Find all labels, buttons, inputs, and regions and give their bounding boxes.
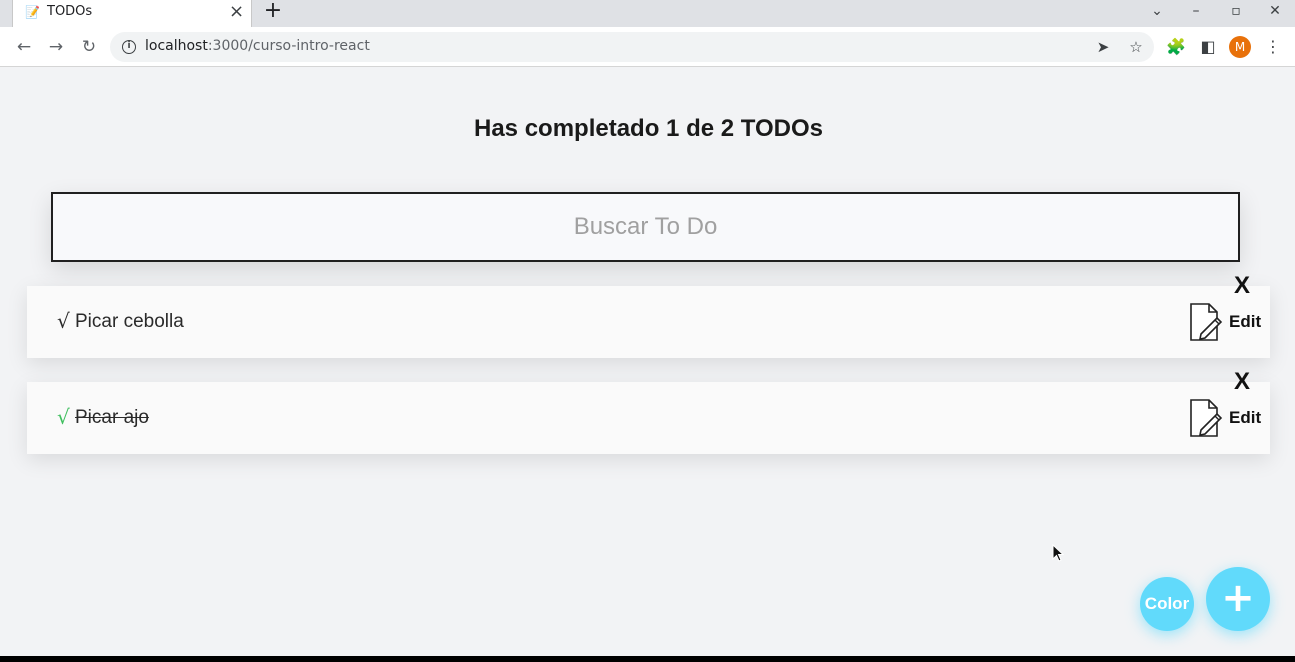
add-todo-button[interactable]: +: [1206, 567, 1270, 631]
delete-button[interactable]: X: [1234, 272, 1250, 300]
edit-button[interactable]: Edit: [1229, 312, 1261, 332]
site-info-icon[interactable]: i: [122, 40, 136, 54]
back-arrow-icon[interactable]: ←: [13, 36, 35, 58]
todo-text: Picar cebolla: [75, 311, 184, 332]
search-input[interactable]: [51, 192, 1240, 262]
memo-icon: 📝: [25, 5, 40, 19]
browser-tab[interactable]: 📝 TODOs ×: [12, 0, 252, 27]
forward-arrow-icon[interactable]: →: [45, 36, 67, 58]
edit-button[interactable]: Edit: [1229, 408, 1261, 428]
new-tab-button[interactable]: +: [263, 0, 283, 22]
tab-strip: 📝 TODOs × + ⌄ – ▫ ✕: [0, 0, 1295, 27]
todo-text: Picar ajo: [75, 407, 149, 428]
bookmark-star-icon[interactable]: ☆: [1126, 37, 1146, 57]
address-bar[interactable]: i localhost:3000/curso-intro-react ➤ ☆: [110, 32, 1154, 62]
bottom-divider: [0, 656, 1295, 662]
edit-document-icon[interactable]: [1187, 302, 1223, 342]
todo-app: Has completado 1 de 2 TODOs √ Picar cebo…: [3, 68, 1292, 656]
mouse-cursor-icon: [1052, 544, 1064, 562]
todo-item: √ Picar ajo Edit X: [27, 368, 1270, 454]
minimize-icon[interactable]: –: [1186, 0, 1206, 22]
edit-document-icon[interactable]: [1187, 398, 1223, 438]
tab-close-icon[interactable]: ×: [229, 1, 244, 23]
send-icon[interactable]: ➤: [1093, 37, 1113, 57]
side-panel-icon[interactable]: ◧: [1197, 36, 1219, 58]
reload-icon[interactable]: ↻: [78, 36, 100, 58]
maximize-icon[interactable]: ▫: [1226, 0, 1246, 22]
url-host: localhost: [145, 38, 208, 54]
menu-kebab-icon[interactable]: ⋮: [1262, 36, 1284, 58]
todo-item: √ Picar cebolla Edit X: [27, 272, 1270, 358]
todo-counter: Has completado 1 de 2 TODOs: [474, 115, 823, 142]
tab-title: TODOs: [47, 4, 93, 19]
color-button[interactable]: Color: [1140, 577, 1194, 631]
profile-avatar[interactable]: M: [1229, 36, 1251, 58]
tab-search-chevron-icon[interactable]: ⌄: [1147, 0, 1167, 22]
complete-check-icon[interactable]: √: [57, 308, 70, 334]
delete-button[interactable]: X: [1234, 368, 1250, 396]
extensions-puzzle-icon[interactable]: 🧩: [1165, 36, 1187, 58]
window-close-icon[interactable]: ✕: [1265, 0, 1285, 22]
url-path: :3000/curso-intro-react: [207, 38, 370, 54]
browser-toolbar: ← → ↻ i localhost:3000/curso-intro-react…: [0, 27, 1295, 67]
url-text[interactable]: localhost:3000/curso-intro-react: [145, 38, 370, 54]
complete-check-icon[interactable]: √: [57, 404, 70, 430]
